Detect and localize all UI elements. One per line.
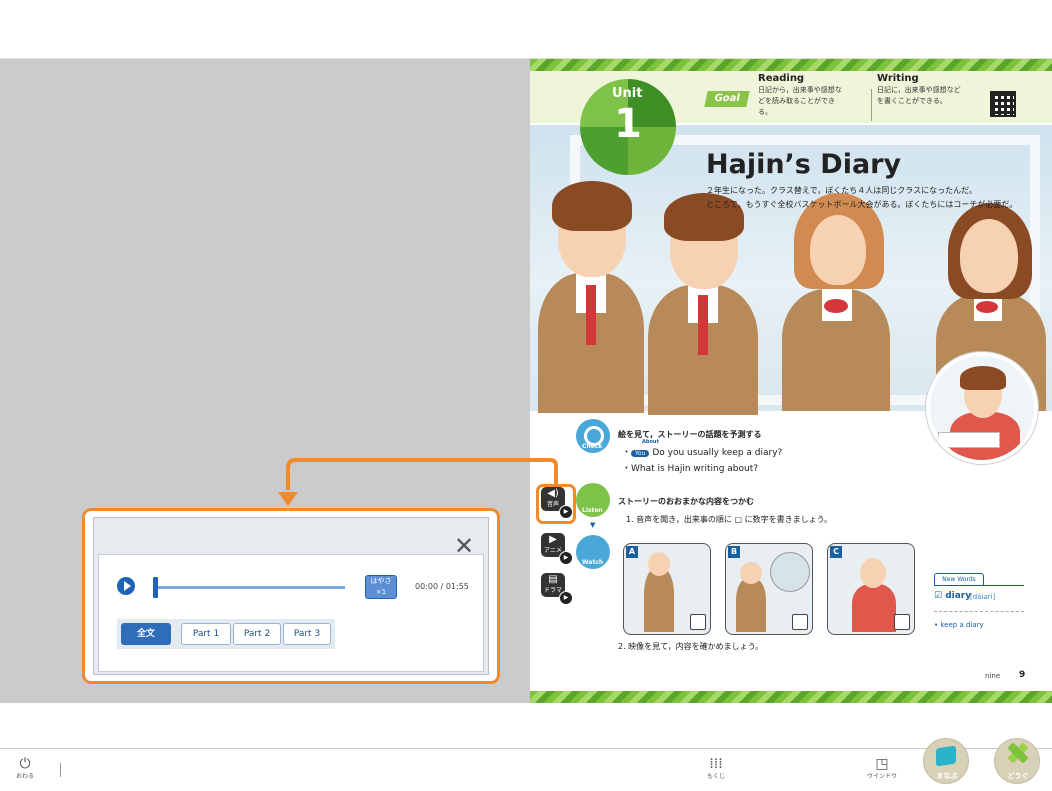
order-number-box[interactable]	[690, 614, 706, 630]
quit-button[interactable]: ⏻ おわる	[10, 755, 40, 781]
audio-player-panel: はやさ ×1 00:00 / 01:55 全文 Part 1 Part 2 Pa…	[98, 554, 484, 672]
listen-instruction-1: 1. 音声を聞き，出来事の順に ▢ に数字を書きましょう。	[626, 515, 833, 524]
scene-card-b: B	[725, 543, 813, 635]
clapper-icon: ▤	[548, 574, 558, 585]
goal-writing-text: 日記に，出来事や感想などを書くことができる。	[877, 86, 961, 105]
grid-icon: ⁞⁞⁞	[709, 756, 723, 772]
tools-button[interactable]: どうぐ	[994, 738, 1040, 784]
play-badge-icon: ▶	[559, 551, 573, 565]
new-word-phrase: • keep a diary	[934, 621, 984, 629]
story-intro-line1: ２年生になった。クラス替えで，ぼくたち４人は同じクラスになったんだ。	[706, 186, 977, 195]
watch-label: Watch	[582, 559, 604, 566]
order-number-box[interactable]	[792, 614, 808, 630]
toolbar-divider	[60, 763, 61, 777]
hajin-writing-inset	[926, 352, 1038, 464]
check-question-2: ・What is Hajin writing about?	[622, 464, 759, 474]
goal-reading-title: Reading	[758, 73, 805, 84]
student-left	[536, 155, 646, 413]
progress-track[interactable]	[157, 586, 345, 589]
segment-full-text-button[interactable]: 全文	[121, 623, 171, 645]
window-button[interactable]: ◳ ウインドウ	[862, 755, 902, 781]
down-arrow-icon: ▼	[590, 521, 596, 529]
check-label: Check	[582, 443, 603, 450]
segment-part2-button[interactable]: Part 2	[233, 623, 281, 645]
segment-part1-button[interactable]: Part 1	[181, 623, 231, 645]
cube-icon	[936, 745, 956, 767]
unit-number: 1	[614, 101, 642, 147]
segment-selector: 全文 Part 1 Part 2 Part 3	[117, 619, 335, 649]
window-resize-icon: ◳	[875, 756, 889, 772]
check-heading: 絵を見て，ストーリーの話題を予測する	[618, 430, 762, 439]
play-icon[interactable]	[117, 577, 135, 595]
playback-time: 00:00 / 01:55	[415, 582, 469, 591]
story-intro-line2: ところで，もうすぐ全校バスケットボール大会がある。ぼくたちにはコーチが必要だ。	[706, 200, 1018, 209]
scene-card-a: A	[623, 543, 711, 635]
audio-player-popup: ✕ はやさ ×1 00:00 / 01:55 全文 Part 1 Part 2 …	[82, 508, 500, 684]
leaf-border-bottom	[530, 691, 1052, 703]
learn-button[interactable]: まなぶ	[923, 738, 969, 784]
student-girl	[776, 183, 896, 411]
listen-heading: ストーリーのおおまかな内容をつかむ	[618, 497, 754, 506]
unit-label: Unit	[612, 86, 643, 101]
segment-part3-button[interactable]: Part 3	[283, 623, 331, 645]
video-icon: ▶	[549, 534, 557, 545]
leaf-border-top	[530, 59, 1052, 71]
listen-label: Listen	[582, 507, 603, 514]
goal-reading-text: 日記から，出来事や感想などを読み取ることができる。	[758, 86, 842, 116]
page-number: 9	[1019, 670, 1026, 680]
bottom-toolbar: ⏻ おわる ⁞⁞⁞ もくじ ◳ ウインドウ	[0, 748, 1052, 791]
new-words-separator	[934, 611, 1024, 612]
new-word-pronunciation: [dáiəri]	[970, 593, 996, 601]
goal-writing-title: Writing	[877, 73, 919, 84]
contents-button[interactable]: ⁞⁞⁞ もくじ	[700, 755, 732, 781]
new-word-diary: ☑ diary	[934, 591, 972, 601]
speed-button[interactable]: はやさ ×1	[365, 575, 397, 599]
page-word: nine	[985, 672, 1001, 680]
play-badge-icon: ▶	[559, 591, 573, 605]
textbook-page: Goal Reading 日記から，出来事や感想などを読み取ることができる。 W…	[530, 59, 1052, 703]
power-icon: ⏻	[19, 756, 31, 772]
qr-code-icon[interactable]	[990, 91, 1016, 117]
new-words-rule	[934, 585, 1024, 586]
scene-card-c: C	[827, 543, 915, 635]
audio-player-window: ✕ はやさ ×1 00:00 / 01:55 全文 Part 1 Part 2 …	[93, 517, 489, 675]
goal-badge: Goal	[704, 91, 750, 107]
drama-button[interactable]: ▤ ドラマ ▶	[541, 573, 573, 605]
highlight-connector-arrow	[278, 458, 558, 506]
order-number-box[interactable]	[894, 614, 910, 630]
story-title: Hajin’s Diary	[706, 149, 902, 180]
goal-divider	[871, 89, 872, 121]
top-toolbar	[0, 0, 1052, 59]
listen-instruction-2: 2. 映像を見て，内容を確かめましょう。	[618, 642, 764, 651]
you-tag: You	[631, 450, 650, 457]
student-center	[648, 175, 758, 415]
anime-button[interactable]: ▶ アニメ ▶	[541, 533, 573, 565]
check-question-1: ・ You Do you usually keep a diary?	[622, 448, 783, 458]
progress-thumb[interactable]	[153, 577, 158, 598]
